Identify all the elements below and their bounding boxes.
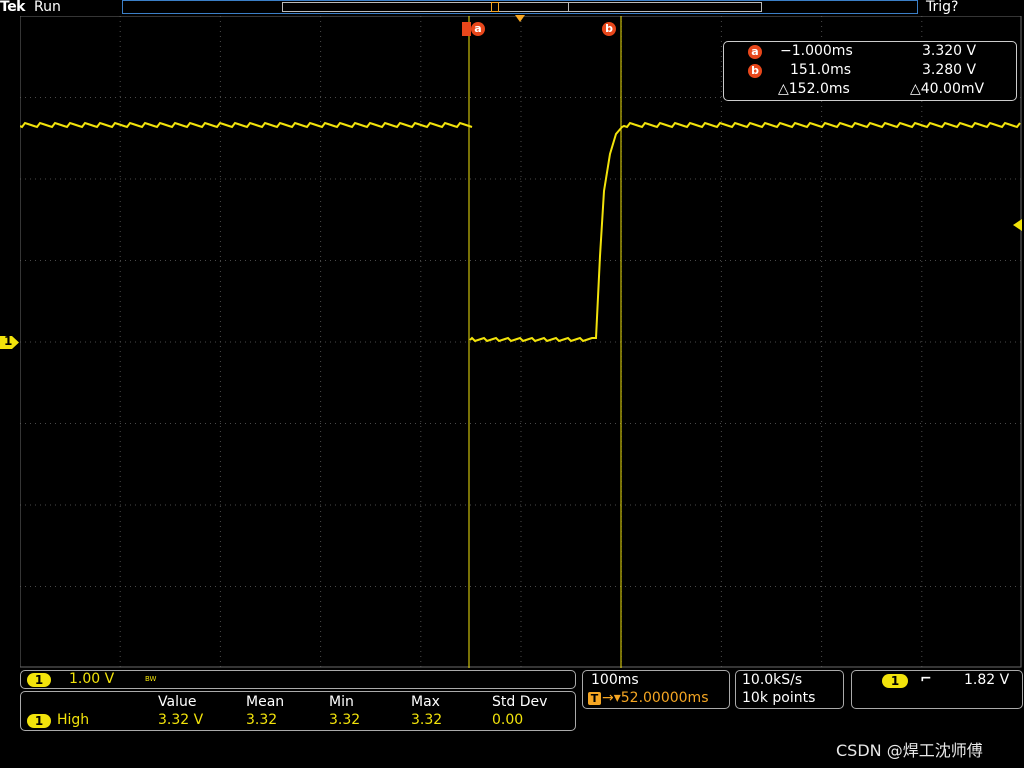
- run-state[interactable]: Run: [34, 0, 61, 15]
- measurement-value: 3.32 V: [158, 712, 204, 728]
- measurement-header-value: Value: [158, 694, 197, 710]
- measurement-header-mean: Mean: [246, 694, 285, 710]
- waveform-display[interactable]: [20, 16, 1022, 668]
- cursor-delta-time: △152.0ms: [778, 81, 850, 97]
- measurement-std-dev: 0.00: [492, 712, 524, 728]
- cursor-b-badge[interactable]: b: [602, 22, 616, 36]
- cursor-a-readout-row: a −1.000ms 3.320 V: [724, 43, 1016, 61]
- channel-scale-panel[interactable]: 1 1.00 V BW: [20, 670, 576, 689]
- measurement-channel-chip: 1: [27, 714, 51, 728]
- measurement-header-min: Min: [329, 694, 354, 710]
- acquisition-panel[interactable]: 10.0kS/s 10k points: [735, 670, 844, 709]
- timebase-panel[interactable]: 100ms T →▾52.00000ms: [582, 670, 730, 709]
- status-bar: Tek Run Trig?: [0, 0, 1024, 16]
- sample-rate: 10.0kS/s: [742, 672, 803, 688]
- trigger-level: 1.82 V: [964, 672, 1010, 688]
- horizontal-position: →▾52.00000ms: [602, 690, 709, 706]
- measurement-header-max: Max: [411, 694, 440, 710]
- cursor-b-time: 151.0ms: [790, 62, 852, 78]
- channel-1-ground-marker[interactable]: 1: [0, 334, 20, 350]
- trigger-position-marker[interactable]: [462, 22, 471, 36]
- measurement-min: 3.32: [329, 712, 361, 728]
- cursor-a-voltage: 3.320 V: [922, 43, 977, 59]
- trigger-panel[interactable]: 1 ⌐ 1.82 V: [851, 670, 1023, 709]
- falling-edge-icon: ⌐: [920, 671, 932, 687]
- record-trigger-marker: [491, 2, 499, 12]
- cursor-delta-readout-row: △152.0ms △40.00mV: [724, 81, 1016, 99]
- channel-1-scale: 1.00 V: [69, 671, 115, 687]
- watermark: CSDN @焊工沈师傅: [836, 741, 983, 760]
- measurement-panel[interactable]: Value Mean Min Max Std Dev 1 High 3.32 V…: [20, 691, 576, 731]
- cursor-a-badge[interactable]: a: [471, 22, 485, 36]
- cursor-b-readout-row: b 151.0ms 3.280 V: [724, 62, 1016, 80]
- measurement-type: High: [57, 712, 90, 728]
- record-view-window[interactable]: [282, 2, 762, 12]
- trigger-source-chip: 1: [882, 674, 908, 688]
- trigger-status: Trig?: [926, 0, 959, 15]
- record-view-center-line: [568, 2, 569, 12]
- readout-b-badge: b: [748, 64, 762, 78]
- cursor-readout: a −1.000ms 3.320 V b 151.0ms 3.280 V △15…: [723, 41, 1017, 101]
- bandwidth-limit-label: BW: [145, 675, 157, 683]
- timebase-scale: 100ms: [591, 672, 639, 688]
- measurement-mean: 3.32: [246, 712, 278, 728]
- record-length: 10k points: [742, 690, 816, 706]
- measurement-max: 3.32: [411, 712, 443, 728]
- readout-a-badge: a: [748, 45, 762, 59]
- cursor-delta-voltage: △40.00mV: [910, 81, 985, 97]
- trigger-position-icon: T: [588, 692, 601, 705]
- cursor-b-voltage: 3.280 V: [922, 62, 977, 78]
- measurement-header-std-dev: Std Dev: [492, 694, 548, 710]
- channel-1-chip: 1: [27, 673, 51, 687]
- trigger-point-arrow-icon: [515, 15, 525, 22]
- brand-logo: Tek: [0, 0, 26, 15]
- cursor-a-time: −1.000ms: [780, 43, 853, 59]
- trigger-level-arrow-icon[interactable]: [1011, 219, 1023, 231]
